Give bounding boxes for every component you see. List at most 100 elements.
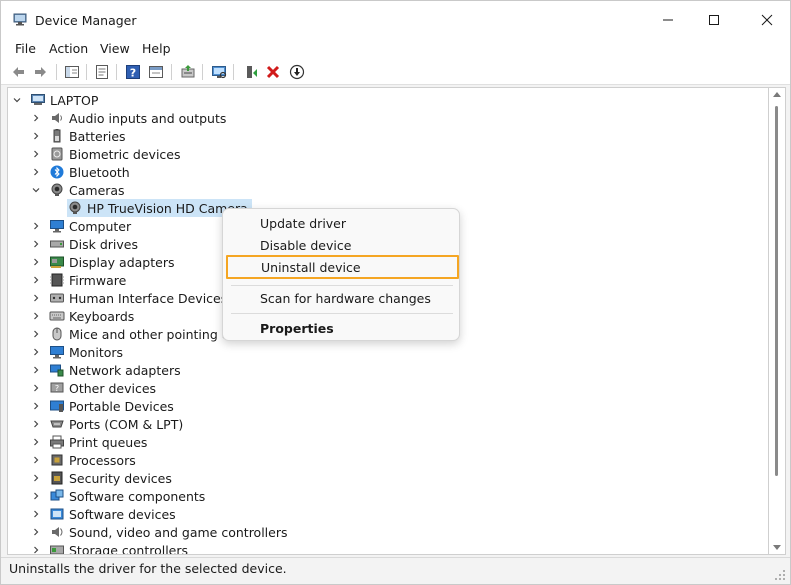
context-menu-scan-hardware[interactable]: Scan for hardware changes [227,287,457,309]
bluetooth-icon [49,164,65,180]
chevron-right-icon[interactable] [31,221,41,231]
chevron-right-icon[interactable] [31,365,41,375]
tree-root[interactable]: LAPTOP [12,91,98,109]
chevron-right-icon[interactable] [31,527,41,537]
chevron-right-icon[interactable] [31,275,41,285]
tree-category-label: Sound, video and game controllers [69,524,288,540]
chevron-right-icon[interactable] [31,401,41,411]
minimize-button[interactable] [645,1,691,39]
tree-category[interactable]: Ports (COM & LPT) [31,415,183,433]
chevron-right-icon[interactable] [31,113,41,123]
enable-device-icon [247,66,257,78]
forward-button[interactable] [31,62,51,82]
vertical-scrollbar[interactable] [769,87,786,555]
tree-category[interactable]: Processors [31,451,136,469]
tree-category[interactable]: Security devices [31,469,172,487]
view-resources-button[interactable] [146,62,166,82]
chevron-right-icon[interactable] [31,545,41,554]
help-button[interactable]: ? [123,62,143,82]
keyboard-icon [49,308,65,324]
chevron-right-icon[interactable] [31,473,41,483]
uninstall-device-button[interactable] [263,62,283,82]
update-driver-icon [181,65,195,78]
menu-file[interactable]: File [15,41,36,56]
tree-category-label: Security devices [69,470,172,486]
tree-category[interactable]: Software devices [31,505,176,523]
properties-button[interactable] [92,62,112,82]
menu-bar: File Action View Help [1,39,790,59]
tree-category[interactable]: Storage controllers [31,541,188,554]
tree-category[interactable]: Keyboards [31,307,134,325]
tree-category[interactable]: Mice and other pointing dev [31,325,245,343]
chevron-right-icon[interactable] [31,167,41,177]
svg-text:?: ? [55,384,59,393]
chevron-right-icon[interactable] [31,311,41,321]
context-menu-properties[interactable]: Properties [227,317,457,339]
maximize-button[interactable] [691,1,737,39]
toolbar-separator [56,64,57,80]
properties-icon [96,65,108,79]
show-hide-console-tree-button[interactable] [62,62,82,82]
tree-category[interactable]: Display adapters [31,253,174,271]
chevron-right-icon[interactable] [31,455,41,465]
tree-category[interactable]: Biometric devices [31,145,181,163]
tree-category[interactable]: Network adapters [31,361,181,379]
tree-category-label: Software components [69,488,206,504]
menu-view[interactable]: View [100,41,130,56]
chevron-right-icon[interactable] [31,293,41,303]
update-driver-button[interactable] [178,62,198,82]
chevron-right-icon[interactable] [31,491,41,501]
disable-device-button[interactable] [287,62,307,82]
tree-category[interactable]: Portable Devices [31,397,174,415]
menu-action[interactable]: Action [49,41,88,56]
chevron-right-icon[interactable] [31,257,41,267]
tree-category[interactable]: Software components [31,487,205,505]
context-menu: Update driver Disable device Uninstall d… [222,208,460,341]
software-device-icon [49,506,65,522]
tree-category-label: Portable Devices [69,398,174,414]
tree-category[interactable]: Human Interface Devices [31,289,227,307]
display-adapter-icon [49,254,65,270]
chevron-right-icon[interactable] [31,383,41,393]
scan-hardware-button[interactable] [209,62,229,82]
enable-device-button[interactable] [241,62,261,82]
tree-category[interactable]: Cameras [31,181,125,199]
tree-category[interactable]: Firmware [31,271,126,289]
chevron-down-icon[interactable] [31,185,41,195]
chevron-right-icon[interactable] [31,437,41,447]
scroll-up-arrow-icon[interactable] [773,92,781,97]
chevron-right-icon[interactable] [31,239,41,249]
menu-help[interactable]: Help [142,41,171,56]
close-button[interactable] [744,1,790,39]
resize-grip-icon[interactable] [774,569,786,581]
tree-category[interactable]: Audio inputs and outputs [31,109,226,127]
chevron-right-icon[interactable] [31,131,41,141]
tree-category[interactable]: Computer [31,217,131,235]
chevron-right-icon[interactable] [31,329,41,339]
back-button[interactable] [8,62,28,82]
tree-category[interactable]: Batteries [31,127,126,145]
view-resources-icon [149,66,163,78]
chevron-right-icon[interactable] [31,347,41,357]
tree-category[interactable]: Monitors [31,343,123,361]
tree-category-label: Other devices [69,380,157,396]
chevron-right-icon[interactable] [31,149,41,159]
title-bar[interactable]: Device Manager [1,1,790,39]
tree-category-label: Audio inputs and outputs [69,110,227,126]
camera-icon [49,182,65,198]
chevron-right-icon[interactable] [31,419,41,429]
scroll-down-arrow-icon[interactable] [773,545,781,550]
tree-category[interactable]: ? Other devices [31,379,156,397]
context-menu-disable-device[interactable]: Disable device [227,234,457,256]
computer-icon [30,92,46,108]
scrollbar-thumb[interactable] [775,106,778,476]
tree-category[interactable]: Sound, video and game controllers [31,523,288,541]
tree-category[interactable]: Disk drives [31,235,138,253]
tree-category[interactable]: Bluetooth [31,163,130,181]
chevron-down-icon[interactable] [12,95,22,105]
chevron-right-icon[interactable] [31,509,41,519]
tree-category-label: Monitors [69,344,124,360]
context-menu-update-driver[interactable]: Update driver [227,212,457,234]
context-menu-uninstall-device[interactable]: Uninstall device [226,255,459,279]
tree-category[interactable]: Print queues [31,433,147,451]
